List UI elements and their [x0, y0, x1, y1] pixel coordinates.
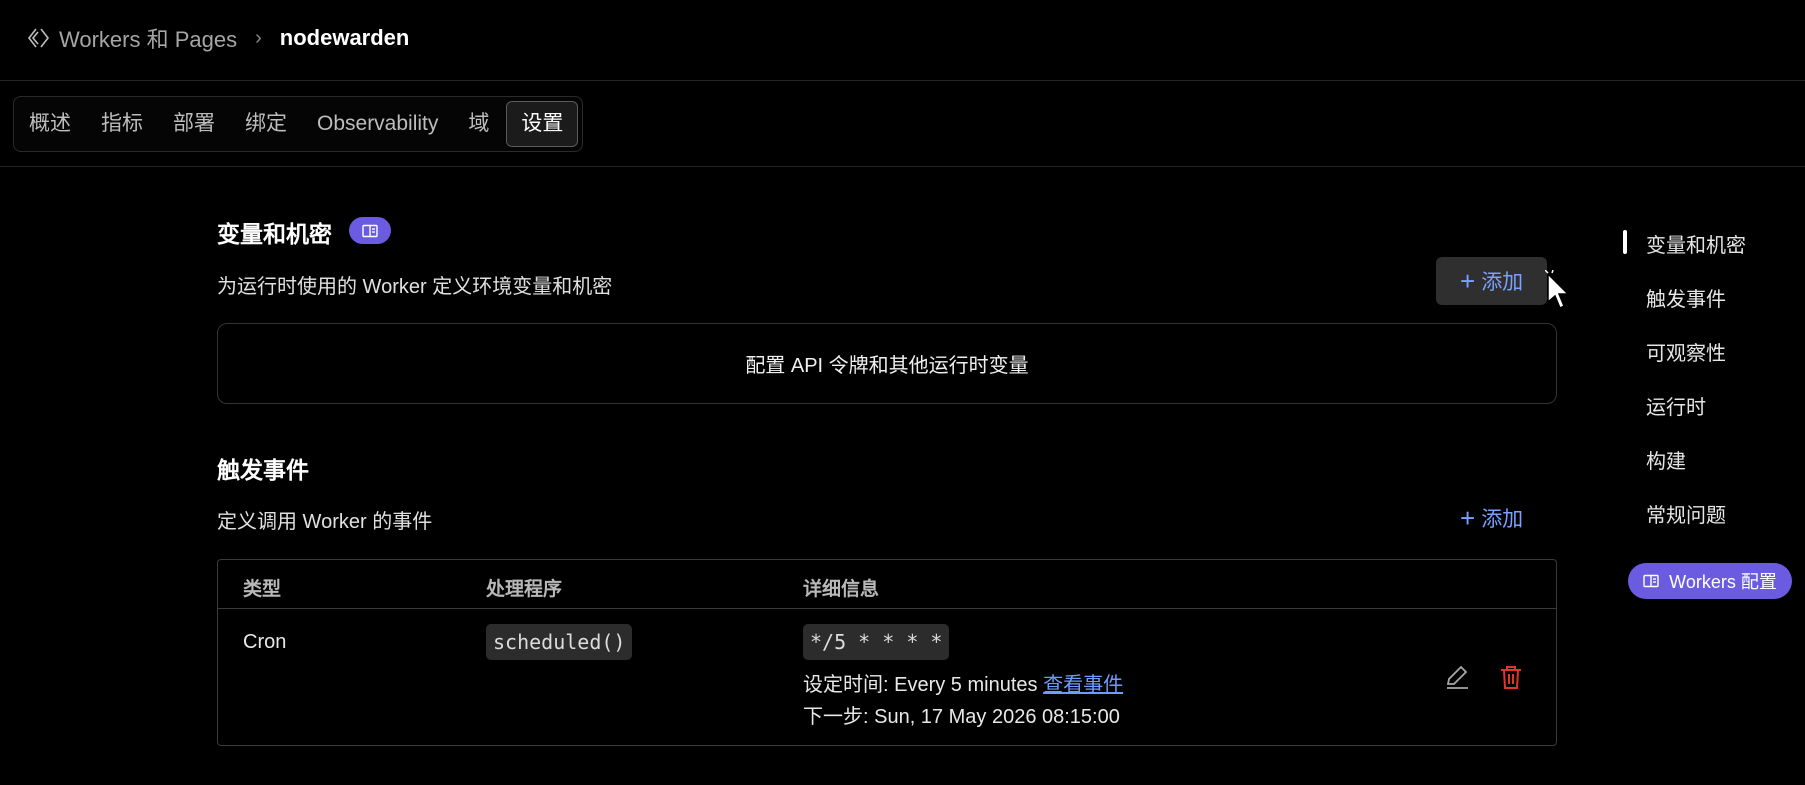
toc-item-triggers[interactable]: 触发事件 [1646, 283, 1726, 312]
variables-section-title: 变量和机密 [217, 221, 332, 247]
toc-item-variables[interactable]: 变量和机密 [1646, 229, 1746, 258]
variables-empty-text: 配置 API 令牌和其他运行时变量 [745, 355, 1029, 377]
pointer-cursor-icon [1545, 270, 1570, 310]
trigger-handler-cell: scheduled() [486, 624, 633, 660]
column-header-details: 详细信息 [803, 579, 880, 600]
plus-icon: + [1460, 266, 1476, 296]
breadcrumb-current: nodewarden [279, 25, 410, 50]
edit-pencil-icon[interactable] [1442, 662, 1472, 692]
tab-domains[interactable]: 域 [453, 102, 504, 146]
tab-overview[interactable]: 概述 [14, 102, 86, 146]
book-icon [362, 224, 378, 237]
schedule-text: 设定时间: Every 5 minutes 查看事件 [803, 668, 1123, 697]
tab-deployments[interactable]: 部署 [158, 102, 230, 146]
column-header-handler: 处理程序 [486, 579, 563, 600]
workers-config-button[interactable]: Workers 配置 [1628, 563, 1792, 599]
book-icon [1643, 574, 1659, 588]
add-trigger-label: 添加 [1481, 508, 1524, 531]
plus-icon: + [1460, 503, 1476, 533]
workers-diamond-icon [27, 28, 50, 48]
tab-settings[interactable]: 设置 [506, 101, 579, 147]
variables-empty-state[interactable]: 配置 API 令牌和其他运行时变量 [217, 323, 1557, 404]
toc-item-runtime[interactable]: 运行时 [1646, 391, 1706, 420]
column-header-type: 类型 [243, 579, 282, 600]
breadcrumb-root-link[interactable]: Workers 和 Pages [59, 22, 237, 54]
toc-item-faq[interactable]: 常规问题 [1646, 499, 1726, 528]
triggers-section-title: 触发事件 [217, 457, 309, 483]
schedule-prefix: 设定时间: Every 5 minutes [803, 674, 1038, 696]
cron-expression: */5 * * * * [803, 624, 950, 660]
breadcrumb: Workers 和 Pages › nodewarden [27, 22, 409, 54]
triggers-table: 类型 处理程序 详细信息 Cron scheduled() */5 * * * … [217, 559, 1557, 746]
tab-observability[interactable]: Observability [302, 102, 453, 146]
workers-config-label: Workers 配置 [1669, 572, 1777, 592]
trash-icon[interactable] [1496, 662, 1526, 692]
add-trigger-button[interactable]: + 添加 [1460, 503, 1523, 533]
variables-section-description: 为运行时使用的 Worker 定义环境变量和机密 [217, 276, 613, 298]
tab-bindings[interactable]: 绑定 [230, 102, 302, 146]
top-bar: Workers 和 Pages › nodewarden [0, 0, 1805, 81]
trigger-type-cell: Cron [243, 631, 287, 653]
add-variable-label: 添加 [1481, 271, 1524, 294]
table-header: 类型 处理程序 详细信息 [218, 560, 1556, 609]
add-variable-button[interactable]: + 添加 [1436, 257, 1548, 305]
tabs-row: 概述 指标 部署 绑定 Observability 域 设置 [0, 81, 1805, 167]
next-run-text: 下一步: Sun, 17 May 2026 08:15:00 [803, 706, 1120, 728]
breadcrumb-separator: › [255, 26, 262, 49]
triggers-section-description: 定义调用 Worker 的事件 [217, 511, 433, 533]
toc-active-indicator [1623, 230, 1627, 254]
tab-metrics[interactable]: 指标 [86, 102, 158, 146]
view-events-link[interactable]: 查看事件 [1043, 674, 1123, 696]
tab-bar: 概述 指标 部署 绑定 Observability 域 设置 [13, 96, 584, 152]
variables-docs-badge[interactable] [349, 217, 391, 244]
toc-item-build[interactable]: 构建 [1646, 445, 1686, 474]
toc-item-observability[interactable]: 可观察性 [1646, 337, 1726, 366]
